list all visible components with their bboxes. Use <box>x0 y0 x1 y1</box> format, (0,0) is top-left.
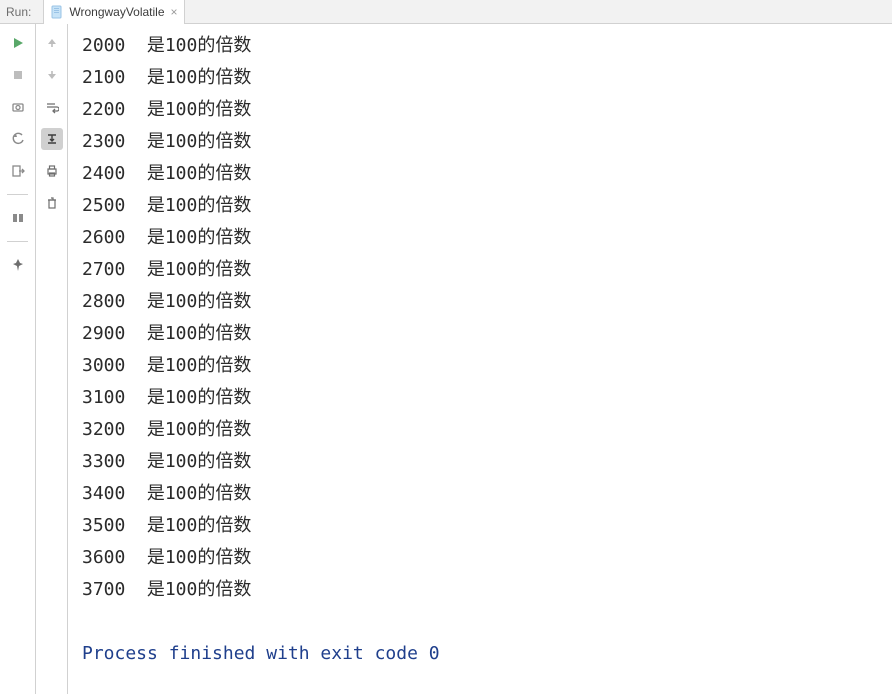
console-line: 2200 是100的倍数 <box>82 94 892 126</box>
console-line: 3200 是100的倍数 <box>82 414 892 446</box>
layout-button[interactable] <box>7 207 29 229</box>
console-line: 2700 是100的倍数 <box>82 254 892 286</box>
exit-button[interactable] <box>7 160 29 182</box>
run-label: Run: <box>6 5 31 19</box>
console-line: 2100 是100的倍数 <box>82 62 892 94</box>
console-line: 3700 是100的倍数 <box>82 574 892 606</box>
console-line: 2900 是100的倍数 <box>82 318 892 350</box>
trash-icon[interactable] <box>41 192 63 214</box>
up-arrow-icon[interactable] <box>41 32 63 54</box>
console-line: 3500 是100的倍数 <box>82 510 892 542</box>
down-arrow-icon[interactable] <box>41 64 63 86</box>
dump-threads-button[interactable] <box>7 96 29 118</box>
scroll-to-end-icon[interactable] <box>41 128 63 150</box>
console-line: 3600 是100的倍数 <box>82 542 892 574</box>
rerun-button[interactable] <box>7 32 29 54</box>
console-line: 2800 是100的倍数 <box>82 286 892 318</box>
console-line: 3300 是100的倍数 <box>82 446 892 478</box>
file-icon <box>50 5 64 19</box>
separator <box>7 194 28 195</box>
run-tool-header: Run: WrongwayVolatile × <box>0 0 892 24</box>
run-config-tab[interactable]: WrongwayVolatile × <box>43 0 184 24</box>
rerun-failed-button[interactable] <box>7 128 29 150</box>
console-line: 3000 是100的倍数 <box>82 350 892 382</box>
separator <box>7 241 28 242</box>
tab-label: WrongwayVolatile <box>69 5 164 19</box>
console-line: 2000 是100的倍数 <box>82 30 892 62</box>
console-line: 2400 是100的倍数 <box>82 158 892 190</box>
stop-button[interactable] <box>7 64 29 86</box>
console-line: 2500 是100的倍数 <box>82 190 892 222</box>
console-line: 2600 是100的倍数 <box>82 222 892 254</box>
soft-wrap-icon[interactable] <box>41 96 63 118</box>
process-exit-line: Process finished with exit code 0 <box>82 638 892 670</box>
console-action-gutter <box>36 24 68 694</box>
console-line: 3400 是100的倍数 <box>82 478 892 510</box>
pin-button[interactable] <box>7 254 29 276</box>
console-line: 2300 是100的倍数 <box>82 126 892 158</box>
left-action-gutter <box>0 24 36 694</box>
console-output[interactable]: 2000 是100的倍数2100 是100的倍数2200 是100的倍数2300… <box>68 24 892 694</box>
console-line: 3100 是100的倍数 <box>82 382 892 414</box>
close-icon[interactable]: × <box>171 6 178 18</box>
print-icon[interactable] <box>41 160 63 182</box>
